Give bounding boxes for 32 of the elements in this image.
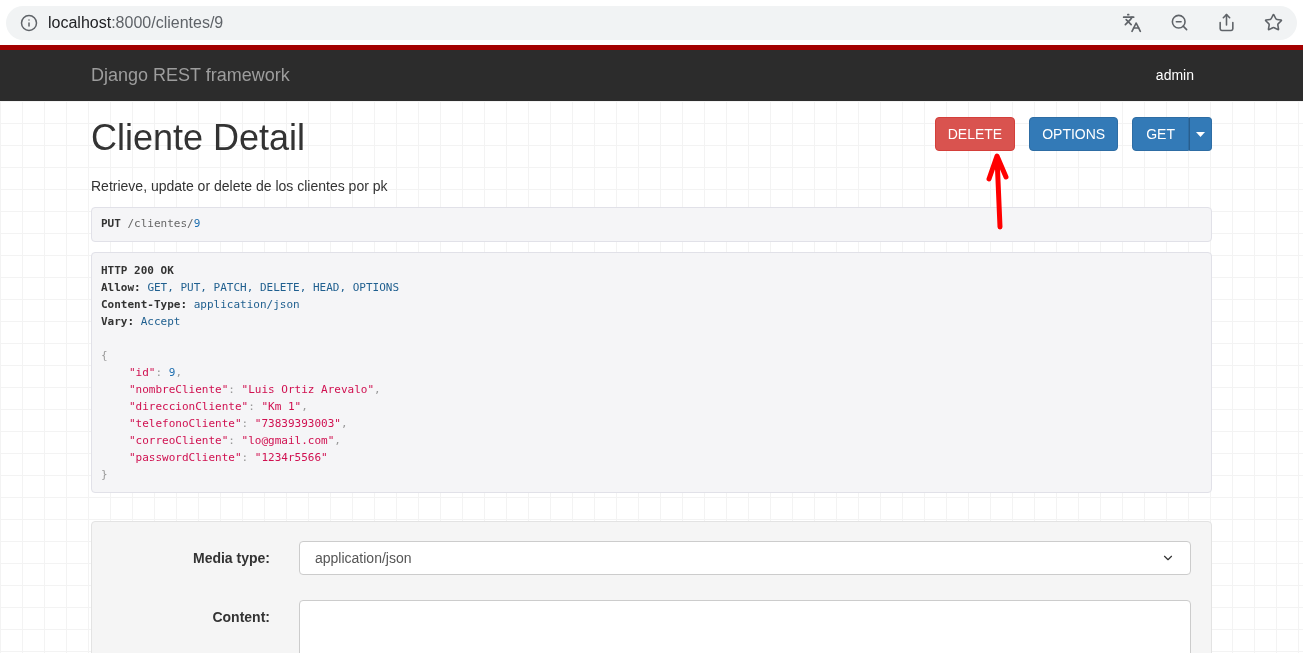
status-line: HTTP 200 OK bbox=[101, 263, 174, 279]
page-description: Retrieve, update or delete de los clientes por pk bbox=[91, 177, 389, 196]
field-label: Content: bbox=[211, 608, 270, 627]
header-line: Vary: Accept bbox=[101, 314, 181, 330]
url-text: localhost:8000/clientes/9 bbox=[48, 12, 224, 33]
json-line: "direccionCliente": "Km 1", bbox=[128, 399, 308, 415]
get-button[interactable]: GET bbox=[1132, 117, 1189, 151]
zoom-out-icon[interactable] bbox=[1170, 13, 1189, 32]
options-button[interactable]: OPTIONS bbox=[1029, 117, 1119, 151]
brand-link[interactable]: Django REST framework bbox=[91, 62, 290, 89]
delete-button[interactable]: DELETE bbox=[934, 117, 1016, 151]
page-title: Cliente Detail bbox=[91, 118, 306, 158]
caret-icon bbox=[1196, 131, 1205, 137]
bookmark-star-icon[interactable] bbox=[1264, 13, 1283, 32]
brace: { bbox=[101, 348, 108, 364]
header-line: Content-Type: application/json bbox=[101, 297, 300, 313]
json-line: "id": 9, bbox=[128, 365, 182, 381]
share-icon[interactable] bbox=[1217, 13, 1236, 32]
translate-icon[interactable] bbox=[1122, 12, 1142, 33]
info-icon[interactable] bbox=[20, 13, 38, 32]
json-line: "nombreCliente": "Luis Ortiz Arevalo", bbox=[128, 382, 381, 398]
json-line: "correoCliente": "lo@gmail.com", bbox=[128, 433, 341, 449]
address-bar[interactable]: localhost:8000/clientes/9 bbox=[6, 5, 1297, 40]
dropdown-toggle[interactable] bbox=[1189, 117, 1212, 151]
json-line: "telefonoCliente": "73839393003", bbox=[128, 416, 348, 432]
request-box: PUT /clientes/9 bbox=[91, 207, 1212, 242]
header-line: Allow: GET, PUT, PATCH, DELETE, HEAD, OPTIONS bbox=[101, 280, 400, 296]
json-line: "passwordCliente": "1234r5566" bbox=[128, 450, 328, 466]
user-menu[interactable]: admin bbox=[1155, 65, 1194, 86]
field-label: Media type: bbox=[192, 548, 270, 568]
media-type-select[interactable]: application/json bbox=[299, 541, 1191, 575]
brace: } bbox=[101, 467, 108, 483]
